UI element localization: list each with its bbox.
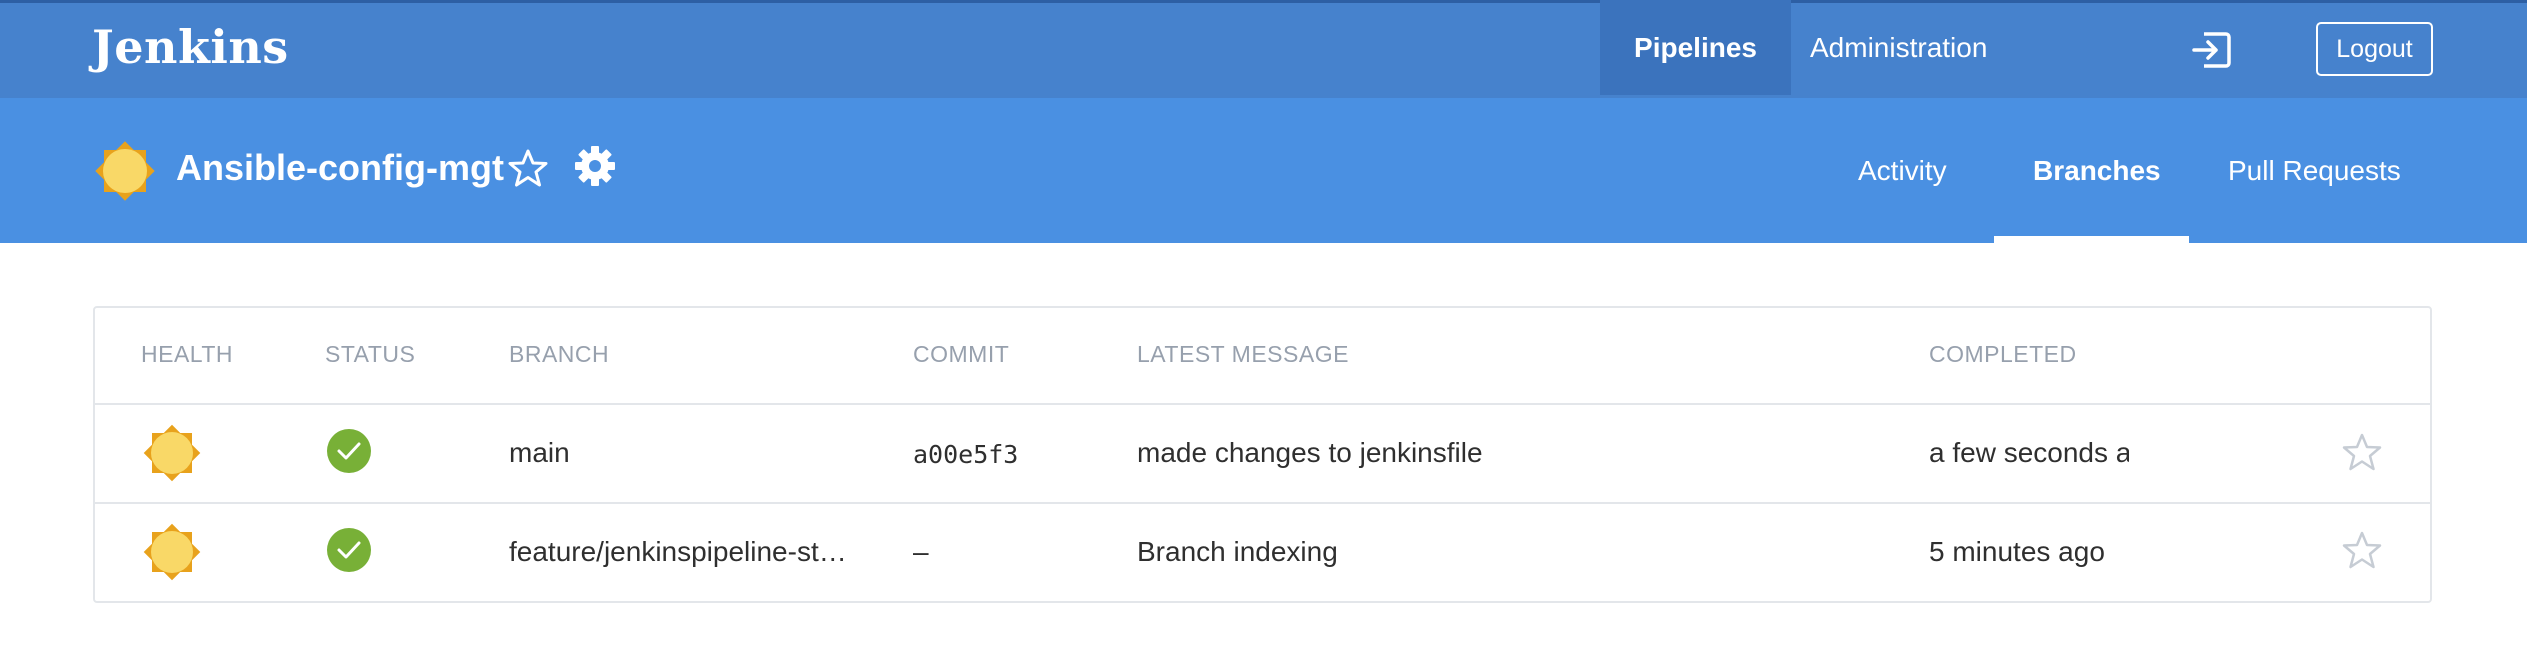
- sunny-icon: [143, 523, 201, 581]
- active-tab-indicator: [1994, 236, 2189, 243]
- gear-icon[interactable]: [574, 145, 616, 187]
- tab-branches[interactable]: Branches: [2033, 98, 2161, 243]
- completed-time: a few seconds ago: [1929, 437, 2129, 468]
- column-header-commit[interactable]: COMMIT: [913, 341, 1009, 368]
- commit-hash[interactable]: a00e5f3: [913, 440, 1018, 469]
- nav-pipelines[interactable]: Pipelines: [1600, 0, 1791, 95]
- logout-button[interactable]: Logout: [2316, 22, 2433, 76]
- commit-hash: –: [913, 536, 929, 567]
- nav-administration[interactable]: Administration: [1810, 0, 1987, 95]
- sunny-icon: [95, 141, 155, 201]
- sunny-icon: [143, 424, 201, 482]
- branch-name[interactable]: feature/jenkinspipeline-st…: [509, 536, 847, 568]
- latest-message: made changes to jenkinsfile: [1137, 437, 1483, 468]
- column-header-status[interactable]: STATUS: [325, 341, 415, 368]
- jenkins-logo[interactable]: Jenkins: [92, 20, 289, 74]
- top-navbar: [0, 0, 2527, 98]
- column-header-branch[interactable]: BRANCH: [509, 341, 609, 368]
- favorite-star-icon[interactable]: [2342, 530, 2382, 570]
- pipeline-title: Ansible-config-mgt: [176, 147, 504, 188]
- column-header-health[interactable]: HEALTH: [141, 341, 233, 368]
- latest-message: Branch indexing: [1137, 536, 1338, 567]
- row-divider: [95, 502, 2430, 504]
- success-check-icon: [327, 528, 371, 572]
- branch-name[interactable]: main: [509, 437, 570, 469]
- success-check-icon: [327, 429, 371, 473]
- tab-activity[interactable]: Activity: [1858, 98, 1947, 243]
- column-header-completed[interactable]: COMPLETED: [1929, 341, 2077, 368]
- favorite-star-icon[interactable]: [2342, 432, 2382, 472]
- exit-classic-icon[interactable]: [2190, 28, 2234, 72]
- header-divider: [95, 403, 2430, 405]
- tab-pull-requests[interactable]: Pull Requests: [2228, 98, 2401, 243]
- column-header-latest-message[interactable]: LATEST MESSAGE: [1137, 341, 1349, 368]
- favorite-star-icon[interactable]: [508, 148, 548, 188]
- completed-time: 5 minutes ago: [1929, 536, 2105, 567]
